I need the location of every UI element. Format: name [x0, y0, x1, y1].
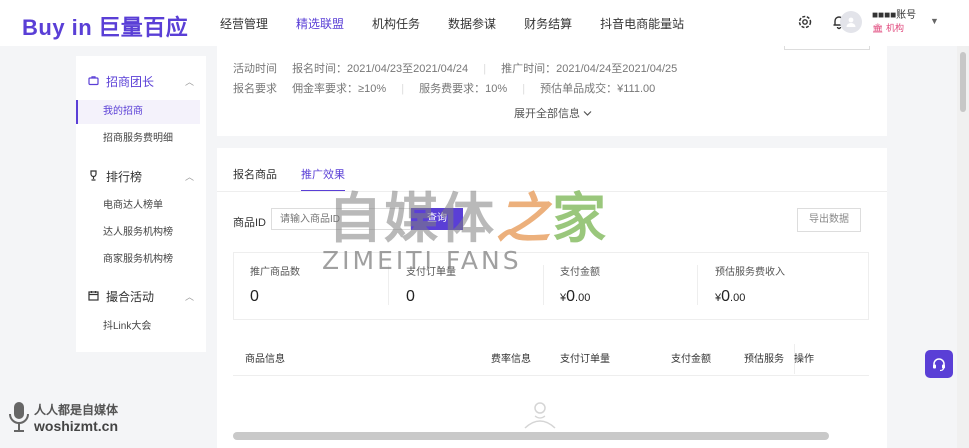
table-header: 商品信息 费率信息 支付订单量 支付金额 预估服务 操作: [233, 344, 869, 376]
activity-info-card: 活动时间 报名时间：2021/04/23至2021/04/24 | 推广时间：2…: [217, 46, 887, 136]
nav-item-finance[interactable]: 财务结算: [524, 15, 572, 32]
stat-value: ¥0.00: [715, 288, 746, 305]
sidebar-group-matchmaking[interactable]: 撮合活动: [88, 288, 154, 305]
promotion-card: 报名商品 推广效果 商品ID 查询 导出数据 推广商品数 0 支付订单量 0 支…: [217, 148, 887, 448]
sidebar: 招商团长 ︿ 我的招商 招商服务费明细 排行榜 ︿ 电商达人榜单 达人服务机构榜…: [76, 56, 206, 352]
info-row-requirements: 报名要求 佣金率要求：≥10% | 服务费要求：10% | 预估单品成交：¥11…: [233, 83, 656, 95]
product-id-label: 商品ID: [233, 217, 266, 229]
nav-item-energy-station[interactable]: 抖音电商能量站: [600, 15, 684, 32]
nav-item-org-tasks[interactable]: 机构任务: [372, 15, 420, 32]
sidebar-item-service-fee[interactable]: 招商服务费明细: [76, 127, 200, 151]
stat-value: 0: [250, 288, 259, 305]
watermark-text: woshizmt.cn: [34, 417, 119, 434]
account-info[interactable]: ■■■■账号 🏛 机构: [872, 10, 916, 34]
column-header: 商品信息: [245, 354, 285, 365]
nav-item-data[interactable]: 数据参谋: [448, 15, 496, 32]
column-header: 操作: [794, 354, 814, 365]
service-fee-requirement: 服务费要求：10%: [419, 83, 508, 95]
chevron-up-icon[interactable]: ︿: [185, 170, 194, 183]
sidebar-group-recruit[interactable]: 招商团长: [88, 73, 154, 90]
sidebar-group-ranking[interactable]: 排行榜: [88, 168, 142, 185]
logo-text-en: Buy in: [22, 15, 93, 40]
main-nav: 经营管理 精选联盟 机构任务 数据参谋 财务结算 抖音电商能量站: [220, 15, 712, 32]
stat-estimated-income: 预估服务费收入 ¥0.00: [715, 263, 785, 306]
watermark-text: 人人都是自媒体: [34, 402, 119, 417]
tab-divider: [217, 191, 887, 192]
headset-icon: [933, 358, 945, 372]
query-button[interactable]: 查询: [411, 208, 463, 230]
sidebar-item-my-recruit[interactable]: 我的招商: [76, 100, 200, 124]
stat-label: 推广商品数: [250, 267, 300, 278]
activity-time-label: 活动时间: [233, 63, 277, 75]
requirement-label: 报名要求: [233, 83, 277, 95]
chevron-up-icon[interactable]: ︿: [185, 75, 194, 88]
watermark-woshizmt: 人人都是自媒体 woshizmt.cn: [6, 400, 118, 434]
info-row-time: 活动时间 报名时间：2021/04/23至2021/04/24 | 推广时间：2…: [233, 63, 678, 75]
trophy-icon: [88, 169, 100, 184]
tab-signup-products[interactable]: 报名商品: [233, 166, 277, 192]
account-tag: 🏛 机构: [872, 23, 904, 33]
sidebar-item-merchant-org-rank[interactable]: 商家服务机构榜: [76, 248, 200, 272]
chevron-down-icon: [583, 108, 592, 120]
sidebar-group-label: 撮合活动: [106, 290, 155, 304]
calendar-icon: [88, 290, 100, 304]
sidebar-group-label: 排行榜: [106, 170, 143, 184]
chevron-up-icon[interactable]: ︿: [185, 290, 194, 303]
commission-requirement: 佣金率要求：≥10%: [292, 83, 387, 95]
stat-value: ¥0.00: [560, 288, 591, 305]
expand-info-label: 展开全部信息: [514, 108, 580, 120]
vertical-scrollbar[interactable]: [957, 46, 969, 448]
column-header: 支付金额: [671, 354, 711, 365]
product-id-input[interactable]: [271, 208, 411, 230]
sidebar-group-label: 招商团长: [106, 75, 155, 89]
nav-item-alliance[interactable]: 精选联盟: [296, 15, 344, 32]
tab-promotion-effect[interactable]: 推广效果: [301, 166, 345, 192]
sidebar-item-influencer-rank[interactable]: 电商达人榜单: [76, 194, 200, 218]
top-navbar: Buy in 巨量百应 经营管理 精选联盟 机构任务 数据参谋 财务结算 抖音电商…: [0, 0, 969, 46]
stat-promoted-products: 推广商品数 0: [250, 263, 300, 306]
microphone-logo-icon: [9, 402, 29, 432]
column-header: 预估服务: [744, 354, 784, 365]
stat-label: 预估服务费收入: [715, 267, 785, 278]
sidebar-item-influencer-org-rank[interactable]: 达人服务机构榜: [76, 221, 200, 245]
signup-time: 报名时间：2021/04/23至2021/04/24: [292, 63, 469, 75]
customer-service-headset-button[interactable]: [925, 350, 953, 378]
briefcase-icon: [88, 75, 100, 89]
export-data-button[interactable]: 导出数据: [797, 208, 861, 232]
logo-text-cn: 巨量百应: [98, 15, 189, 40]
settings-gear-icon[interactable]: [795, 12, 815, 32]
stat-paid-orders: 支付订单量 0: [406, 263, 456, 306]
chevron-down-icon[interactable]: ▼: [930, 16, 939, 26]
stat-paid-amount: 支付金额 ¥0.00: [560, 263, 600, 306]
nav-item-operations[interactable]: 经营管理: [220, 15, 268, 32]
stat-value: 0: [406, 288, 415, 305]
account-name: ■■■■账号: [872, 10, 917, 21]
stat-label: 支付金额: [560, 267, 600, 278]
sidebar-item-link-conference[interactable]: 抖Link大会: [76, 315, 200, 339]
card-action-button[interactable]: [784, 46, 870, 50]
promo-time: 推广时间：2021/04/24至2021/04/25: [501, 63, 678, 75]
tab-bar: 报名商品 推广效果: [233, 166, 369, 192]
expand-info-link[interactable]: 展开全部信息: [514, 105, 592, 121]
avatar[interactable]: [840, 11, 862, 33]
horizontal-scrollbar[interactable]: [233, 432, 829, 440]
logo[interactable]: Buy in 巨量百应: [22, 10, 188, 42]
stat-label: 支付订单量: [406, 267, 456, 278]
stats-panel: 推广商品数 0 支付订单量 0 支付金额 ¥0.00 预估服务费收入 ¥0.00: [233, 252, 869, 320]
column-header: 支付订单量: [560, 354, 610, 365]
estimated-deal: 预估单品成交：¥111.00: [540, 83, 656, 95]
scrollbar-thumb[interactable]: [960, 52, 966, 112]
column-header: 费率信息: [491, 354, 531, 365]
